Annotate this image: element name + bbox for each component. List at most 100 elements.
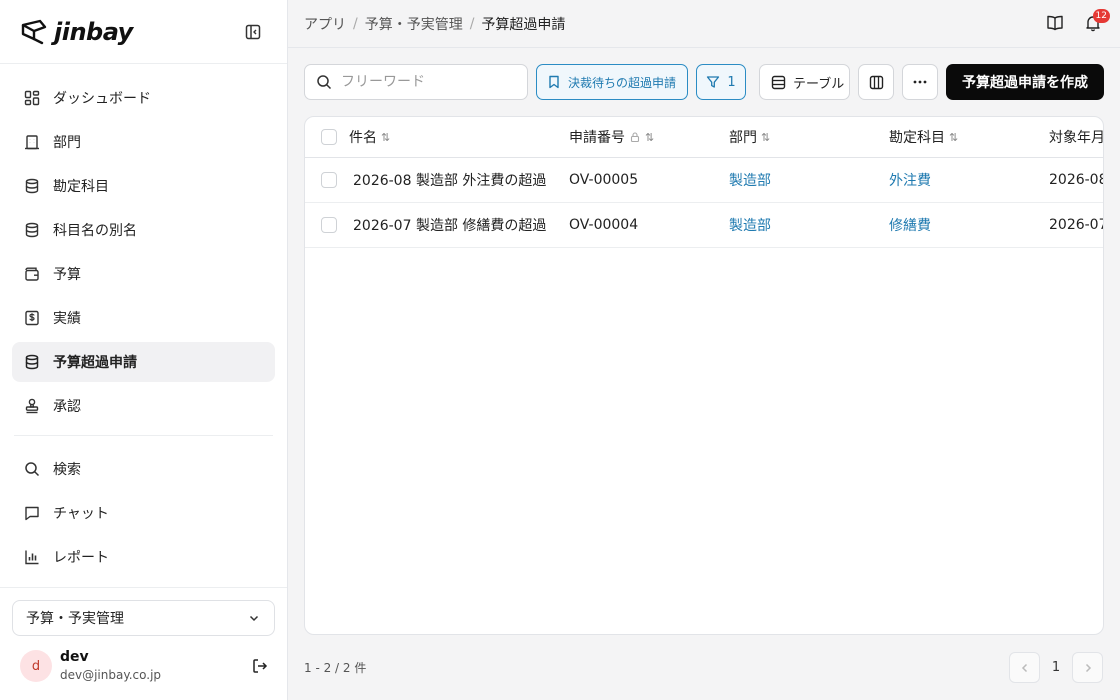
select-all-checkbox[interactable]: [321, 129, 337, 145]
app-selector-label: 予算・予実管理: [26, 611, 124, 627]
next-page-button[interactable]: [1072, 652, 1103, 683]
sidebar-item-chat[interactable]: チャット: [12, 493, 275, 533]
app-selector[interactable]: 予算・予実管理: [12, 600, 275, 636]
sidebar-item-approval[interactable]: 承認: [12, 386, 275, 426]
building-icon: [24, 134, 40, 150]
sidebar: jinbay ダッシュボード 部門 勘定科目 科目名の別名 予算 実績 予算超過…: [0, 0, 288, 700]
search-input[interactable]: [341, 74, 511, 90]
filter-icon: [706, 75, 720, 89]
column-header-number[interactable]: 申請番号 ⇅: [569, 117, 654, 157]
sidebar-item-label: チャット: [53, 506, 109, 522]
breadcrumb-item[interactable]: 予算・予実管理: [365, 14, 463, 34]
jinbay-logo-icon: [20, 19, 48, 45]
view-mode-button[interactable]: テーブル: [759, 64, 850, 100]
collapse-sidebar-icon[interactable]: [245, 24, 261, 40]
sidebar-item-budget[interactable]: 予算: [12, 254, 275, 294]
row-checkbox[interactable]: [321, 172, 337, 188]
sort-icon: ⇅: [949, 130, 959, 144]
sidebar-item-label: 勘定科目: [53, 179, 109, 195]
table-row[interactable]: 2026-08 製造部 外注費の超過 OV-00005 製造部 外注費 2026…: [305, 158, 1103, 203]
sidebar-item-label: 実績: [53, 311, 81, 327]
column-label: 対象年月: [1049, 130, 1104, 146]
sidebar-item-label: 承認: [53, 399, 81, 415]
user-name: dev: [60, 649, 89, 666]
sidebar-item-accounts[interactable]: 勘定科目: [12, 166, 275, 206]
sidebar-item-label: レポート: [53, 550, 109, 566]
table-row[interactable]: 2026-07 製造部 修繕費の超過 OV-00004 製造部 修繕費 2026…: [305, 203, 1103, 248]
sidebar-item-actuals[interactable]: 実績: [12, 298, 275, 338]
wallet-icon: [24, 266, 40, 282]
cell-department-link[interactable]: 製造部: [729, 203, 771, 247]
record-count: 1 - 2 / 2 件: [304, 661, 367, 675]
sidebar-item-dashboard[interactable]: ダッシュボード: [12, 78, 275, 118]
chevron-right-icon: [1083, 663, 1093, 673]
prev-page-button[interactable]: [1009, 652, 1040, 683]
filter-button[interactable]: 1: [696, 64, 746, 100]
sidebar-item-label: 検索: [53, 462, 81, 478]
breadcrumb-item[interactable]: アプリ: [304, 14, 346, 34]
user-email: dev@jinbay.co.jp: [60, 668, 162, 683]
pagination: 1: [1009, 652, 1103, 683]
filter-count: 1: [727, 74, 736, 90]
row-checkbox-cell: [321, 158, 337, 202]
row-checkbox-cell: [321, 203, 337, 247]
sort-icon: ⇅: [761, 130, 771, 144]
lock-icon: [629, 131, 641, 143]
create-overrun-request-button[interactable]: 予算超過申請を作成: [946, 64, 1104, 100]
book-icon[interactable]: [1046, 14, 1064, 32]
logo-row: jinbay: [0, 0, 287, 64]
current-page[interactable]: 1: [1046, 660, 1066, 675]
sidebar-item-label: 予算超過申請: [53, 355, 137, 371]
sidebar-item-label: 予算: [53, 267, 81, 283]
data-table: 件名 ⇅ 申請番号 ⇅ 部門 ⇅ 勘定科目 ⇅ 対象年月 2026-08 製造部…: [304, 116, 1104, 635]
sidebar-item-label: 部門: [53, 135, 81, 151]
cell-account-link[interactable]: 外注費: [889, 158, 931, 202]
cell-number: OV-00004: [569, 217, 639, 233]
saved-filter-button[interactable]: 決裁待ちの超過申請: [536, 64, 688, 100]
sidebar-item-budget-overrun[interactable]: 予算超過申請: [12, 342, 275, 382]
search-box: [304, 64, 528, 100]
sidebar-item-search[interactable]: 検索: [12, 449, 275, 489]
logo[interactable]: jinbay: [20, 18, 133, 46]
sidebar-item-reports[interactable]: レポート: [12, 537, 275, 577]
cell-title: 2026-07 製造部 修繕費の超過: [353, 218, 547, 234]
logout-icon[interactable]: [252, 658, 268, 674]
sidebar-item-label: ダッシュボード: [53, 91, 151, 107]
nav-divider: [14, 435, 273, 436]
row-checkbox[interactable]: [321, 217, 337, 233]
sidebar-item-account-aliases[interactable]: 科目名の別名: [12, 210, 275, 250]
logo-text: jinbay: [54, 17, 133, 46]
notifications[interactable]: 12: [1084, 9, 1110, 32]
chevron-left-icon: [1020, 663, 1030, 673]
bar-chart-icon: [24, 549, 40, 565]
sidebar-nav: ダッシュボード 部門 勘定科目 科目名の別名 予算 実績 予算超過申請 承認 検…: [0, 64, 287, 577]
database-icon: [24, 178, 40, 194]
notification-badge: 12: [1092, 9, 1110, 23]
table-header: 件名 ⇅ 申請番号 ⇅ 部門 ⇅ 勘定科目 ⇅ 対象年月: [305, 117, 1103, 158]
cell-account-link[interactable]: 修繕費: [889, 203, 931, 247]
column-label: 件名: [349, 130, 377, 146]
bookmark-icon: [547, 75, 561, 89]
columns-icon: [869, 75, 884, 90]
chevron-down-icon: [248, 612, 260, 624]
breadcrumb: アプリ / 予算・予実管理 / 予算超過申請: [304, 14, 565, 34]
avatar[interactable]: d: [20, 650, 52, 682]
cell-department-link[interactable]: 製造部: [729, 158, 771, 202]
sidebar-item-departments[interactable]: 部門: [12, 122, 275, 162]
column-header-month[interactable]: 対象年月: [1049, 117, 1104, 157]
column-label: 勘定科目: [889, 130, 945, 146]
saved-filter-label: 決裁待ちの超過申請: [568, 75, 677, 90]
sort-icon: ⇅: [645, 130, 655, 144]
cell-month: 2026-07: [1049, 217, 1104, 233]
search-icon: [24, 461, 40, 477]
column-header-title[interactable]: 件名 ⇅: [321, 117, 390, 157]
database-icon: [24, 222, 40, 238]
table-icon: [771, 75, 786, 90]
breadcrumb-separator: /: [469, 15, 475, 32]
columns-button[interactable]: [858, 64, 894, 100]
column-header-account[interactable]: 勘定科目 ⇅: [889, 117, 958, 157]
database-icon: [24, 354, 40, 370]
column-header-department[interactable]: 部門 ⇅: [729, 117, 770, 157]
more-options-button[interactable]: [902, 64, 938, 100]
chat-icon: [24, 505, 40, 521]
